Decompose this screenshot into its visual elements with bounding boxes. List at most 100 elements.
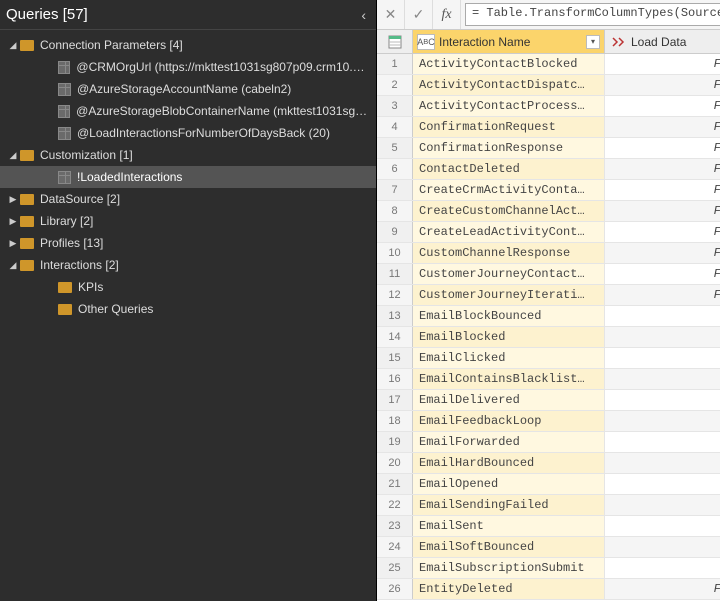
row-number[interactable]: 9 [377, 222, 413, 242]
row-number[interactable]: 25 [377, 558, 413, 578]
cell-interaction-name[interactable]: EmailSubscriptionSubmit [413, 558, 605, 578]
cell-load-data[interactable]: TRUE [605, 306, 720, 326]
cell-interaction-name[interactable]: CreateCustomChannelAct… [413, 201, 605, 221]
table-row[interactable]: 24EmailSoftBouncedTRUE [377, 537, 720, 558]
table-row[interactable]: 4ConfirmationRequestFALSE [377, 117, 720, 138]
cell-interaction-name[interactable]: EmailContainsBlacklist… [413, 369, 605, 389]
table-row[interactable]: 21EmailOpenedTRUE [377, 474, 720, 495]
cancel-formula-button[interactable]: ✕ [377, 0, 405, 29]
tree-folder[interactable]: ▶Profiles [13] [0, 232, 376, 254]
cell-interaction-name[interactable]: EmailClicked [413, 348, 605, 368]
select-all-button[interactable] [377, 30, 413, 53]
table-row[interactable]: 15EmailClickedTRUE [377, 348, 720, 369]
row-number[interactable]: 14 [377, 327, 413, 347]
tree-item[interactable]: ▶@AzureStorageAccountName (cabeln2) [0, 78, 376, 100]
row-number[interactable]: 3 [377, 96, 413, 116]
cell-load-data[interactable]: TRUE [605, 348, 720, 368]
row-number[interactable]: 24 [377, 537, 413, 557]
cell-interaction-name[interactable]: EmailSent [413, 516, 605, 536]
row-number[interactable]: 20 [377, 453, 413, 473]
cell-interaction-name[interactable]: CustomChannelResponse [413, 243, 605, 263]
cell-load-data[interactable]: FALSE [605, 180, 720, 200]
table-row[interactable]: 11CustomerJourneyContact…FALSE [377, 264, 720, 285]
cell-interaction-name[interactable]: ContactDeleted [413, 159, 605, 179]
cell-load-data[interactable]: FALSE [605, 579, 720, 599]
cell-interaction-name[interactable]: EmailForwarded [413, 432, 605, 452]
cell-interaction-name[interactable]: CreateLeadActivityCont… [413, 222, 605, 242]
cell-load-data[interactable]: FALSE [605, 222, 720, 242]
cell-load-data[interactable]: FALSE [605, 75, 720, 95]
table-row[interactable]: 10CustomChannelResponseFALSE [377, 243, 720, 264]
row-number[interactable]: 6 [377, 159, 413, 179]
row-number[interactable]: 18 [377, 411, 413, 431]
tree-folder[interactable]: ◢Connection Parameters [4] [0, 34, 376, 56]
cell-load-data[interactable]: FALSE [605, 159, 720, 179]
row-number[interactable]: 10 [377, 243, 413, 263]
table-row[interactable]: 9CreateLeadActivityCont…FALSE [377, 222, 720, 243]
table-row[interactable]: 25EmailSubscriptionSubmitTRUE [377, 558, 720, 579]
tree-item[interactable]: ▶KPIs [0, 276, 376, 298]
table-row[interactable]: 13EmailBlockBouncedTRUE [377, 306, 720, 327]
cell-interaction-name[interactable]: CreateCrmActivityConta… [413, 180, 605, 200]
row-number[interactable]: 4 [377, 117, 413, 137]
cell-load-data[interactable]: TRUE [605, 327, 720, 347]
cell-interaction-name[interactable]: EmailBlocked [413, 327, 605, 347]
cell-interaction-name[interactable]: EmailDelivered [413, 390, 605, 410]
table-row[interactable]: 3ActivityContactProcess…FALSE [377, 96, 720, 117]
table-row[interactable]: 5ConfirmationResponseFALSE [377, 138, 720, 159]
row-number[interactable]: 12 [377, 285, 413, 305]
chevron-right-icon[interactable]: ▶ [6, 216, 20, 227]
cell-interaction-name[interactable]: EntityDeleted [413, 579, 605, 599]
chevron-right-icon[interactable]: ▶ [6, 238, 20, 249]
column-filter-dropdown[interactable]: ▾ [586, 35, 600, 49]
row-number[interactable]: 16 [377, 369, 413, 389]
row-number[interactable]: 1 [377, 54, 413, 74]
cell-load-data[interactable]: FALSE [605, 96, 720, 116]
table-row[interactable]: 7CreateCrmActivityConta…FALSE [377, 180, 720, 201]
cell-load-data[interactable]: TRUE [605, 516, 720, 536]
tree-item[interactable]: ▶@AzureStorageBlobContainerName (mkttest… [0, 100, 376, 122]
cell-interaction-name[interactable]: ConfirmationRequest [413, 117, 605, 137]
cell-interaction-name[interactable]: ActivityContactDispatc… [413, 75, 605, 95]
cell-interaction-name[interactable]: EmailOpened [413, 474, 605, 494]
cell-load-data[interactable]: TRUE [605, 495, 720, 515]
table-row[interactable]: 22EmailSendingFailedTRUE [377, 495, 720, 516]
cell-load-data[interactable]: FALSE [605, 54, 720, 74]
chevron-down-icon[interactable]: ◢ [6, 260, 20, 271]
cell-interaction-name[interactable]: EmailFeedbackLoop [413, 411, 605, 431]
row-number[interactable]: 26 [377, 579, 413, 599]
tree-folder[interactable]: ▶Library [2] [0, 210, 376, 232]
cell-interaction-name[interactable]: EmailHardBounced [413, 453, 605, 473]
tree-folder[interactable]: ◢Interactions [2] [0, 254, 376, 276]
table-row[interactable]: 20EmailHardBouncedTRUE [377, 453, 720, 474]
table-row[interactable]: 12CustomerJourneyIterati…FALSE [377, 285, 720, 306]
row-number[interactable]: 19 [377, 432, 413, 452]
table-row[interactable]: 16EmailContainsBlacklist…TRUE [377, 369, 720, 390]
fx-icon[interactable]: fx [433, 0, 461, 29]
column-header-load-data[interactable]: Load Data ▾ [605, 30, 720, 53]
cell-interaction-name[interactable]: ConfirmationResponse [413, 138, 605, 158]
cell-interaction-name[interactable]: ActivityContactBlocked [413, 54, 605, 74]
table-row[interactable]: 6ContactDeletedFALSE [377, 159, 720, 180]
table-row[interactable]: 1ActivityContactBlockedFALSE [377, 54, 720, 75]
cell-interaction-name[interactable]: CustomerJourneyContact… [413, 264, 605, 284]
cell-load-data[interactable]: FALSE [605, 201, 720, 221]
cell-load-data[interactable]: TRUE [605, 453, 720, 473]
table-row[interactable]: 26EntityDeletedFALSE [377, 579, 720, 600]
row-number[interactable]: 13 [377, 306, 413, 326]
table-row[interactable]: 19EmailForwardedTRUE [377, 432, 720, 453]
row-number[interactable]: 23 [377, 516, 413, 536]
table-row[interactable]: 14EmailBlockedTRUE [377, 327, 720, 348]
cell-load-data[interactable]: FALSE [605, 138, 720, 158]
cell-load-data[interactable]: TRUE [605, 390, 720, 410]
table-row[interactable]: 8CreateCustomChannelAct…FALSE [377, 201, 720, 222]
cell-load-data[interactable]: FALSE [605, 117, 720, 137]
chevron-down-icon[interactable]: ◢ [6, 40, 20, 51]
tree-folder[interactable]: ◢Customization [1] [0, 144, 376, 166]
row-number[interactable]: 8 [377, 201, 413, 221]
collapse-sidebar-icon[interactable]: ‹ [361, 7, 366, 23]
cell-interaction-name[interactable]: EmailSoftBounced [413, 537, 605, 557]
row-number[interactable]: 15 [377, 348, 413, 368]
table-row[interactable]: 18EmailFeedbackLoopTRUE [377, 411, 720, 432]
cell-load-data[interactable]: TRUE [605, 432, 720, 452]
